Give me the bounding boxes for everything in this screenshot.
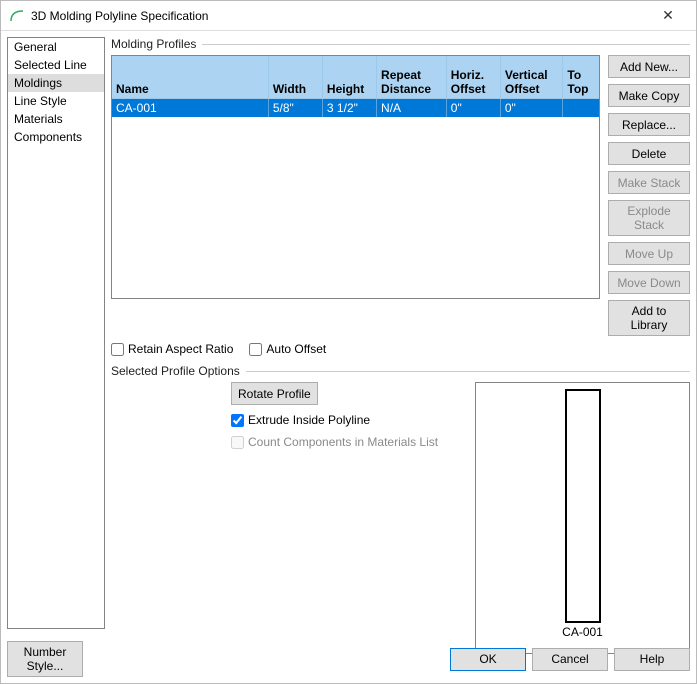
rotate-profile-button[interactable]: Rotate Profile <box>231 382 318 405</box>
count-components-checkbox: Count Components in Materials List <box>231 435 438 449</box>
col-name[interactable]: Name <box>112 56 268 98</box>
cell-totop[interactable] <box>563 98 599 117</box>
add-new-button[interactable]: Add New... <box>608 55 690 78</box>
nav-materials[interactable]: Materials <box>8 110 104 128</box>
selected-profile-options-group: Selected Profile Options <box>111 364 690 378</box>
make-stack-button: Make Stack <box>608 171 690 194</box>
cell-repeat[interactable]: N/A <box>377 98 447 117</box>
cell-name[interactable]: CA-001 <box>112 98 268 117</box>
molding-profiles-label: Molding Profiles <box>111 37 196 51</box>
nav-line-style[interactable]: Line Style <box>8 92 104 110</box>
cell-width[interactable]: 5/8" <box>268 98 322 117</box>
nav-moldings[interactable]: Moldings <box>8 74 104 92</box>
nav-components[interactable]: Components <box>8 128 104 146</box>
explode-stack-button: Explode Stack <box>608 200 690 236</box>
selected-profile-options-label: Selected Profile Options <box>111 364 240 378</box>
col-width[interactable]: Width <box>268 56 322 98</box>
app-icon <box>9 8 25 24</box>
profile-preview: CA-001 <box>475 382 690 654</box>
col-totop[interactable]: To Top <box>563 56 599 98</box>
col-voff[interactable]: Vertical Offset <box>500 56 563 98</box>
nav-general[interactable]: General <box>8 38 104 56</box>
profile-shape <box>565 389 601 623</box>
table-row[interactable]: CA-001 5/8" 3 1/2" N/A 0" 0" <box>112 98 599 117</box>
col-hoff[interactable]: Horiz. Offset <box>446 56 500 98</box>
help-button[interactable]: Help <box>614 648 690 671</box>
number-style-button[interactable]: Number Style... <box>7 641 83 677</box>
window-title: 3D Molding Polyline Specification <box>31 9 648 23</box>
replace-button[interactable]: Replace... <box>608 113 690 136</box>
titlebar: 3D Molding Polyline Specification ✕ <box>1 1 696 31</box>
cancel-button[interactable]: Cancel <box>532 648 608 671</box>
extrude-checkbox[interactable]: Extrude Inside Polyline <box>231 413 370 427</box>
delete-button[interactable]: Delete <box>608 142 690 165</box>
move-up-button: Move Up <box>608 242 690 265</box>
move-down-button: Move Down <box>608 271 690 294</box>
auto-offset-checkbox[interactable]: Auto Offset <box>249 342 326 356</box>
retain-aspect-label: Retain Aspect Ratio <box>128 342 233 356</box>
retain-aspect-checkbox[interactable]: Retain Aspect Ratio <box>111 342 233 356</box>
molding-profiles-group: Molding Profiles <box>111 37 690 51</box>
auto-offset-label: Auto Offset <box>266 342 326 356</box>
nav-selected-line[interactable]: Selected Line <box>8 56 104 74</box>
sidebar: General Selected Line Moldings Line Styl… <box>7 37 105 629</box>
make-copy-button[interactable]: Make Copy <box>608 84 690 107</box>
col-height[interactable]: Height <box>322 56 376 98</box>
cell-voff[interactable]: 0" <box>500 98 563 117</box>
ok-button[interactable]: OK <box>450 648 526 671</box>
extrude-label: Extrude Inside Polyline <box>248 413 370 427</box>
close-button[interactable]: ✕ <box>648 7 688 24</box>
cell-hoff[interactable]: 0" <box>446 98 500 117</box>
add-to-library-button[interactable]: Add to Library <box>608 300 690 336</box>
count-components-label: Count Components in Materials List <box>248 435 438 449</box>
profiles-table[interactable]: Name Width Height Repeat Distance Horiz.… <box>111 55 600 299</box>
col-repeat[interactable]: Repeat Distance <box>377 56 447 98</box>
cell-height[interactable]: 3 1/2" <box>322 98 376 117</box>
